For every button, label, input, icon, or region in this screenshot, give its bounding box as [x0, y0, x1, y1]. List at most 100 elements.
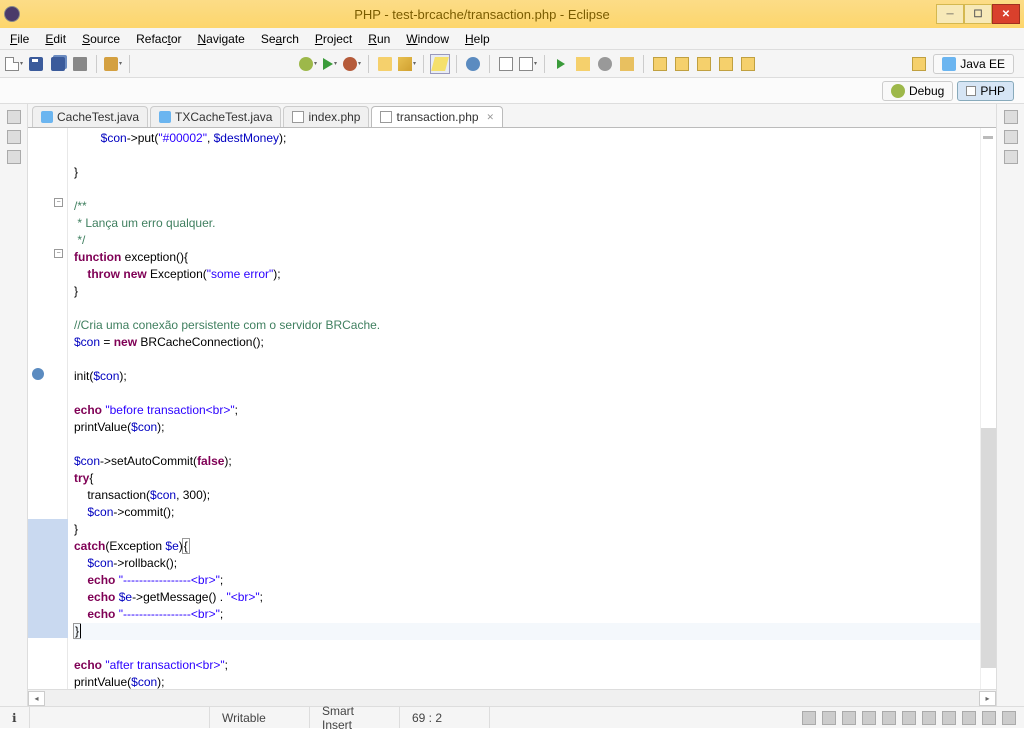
step-return-button[interactable]: [694, 54, 714, 74]
editor-tab-2[interactable]: index.php: [283, 106, 369, 127]
menu-navigate[interactable]: Navigate: [189, 30, 252, 48]
save-all-button[interactable]: [48, 54, 68, 74]
fold-toggle[interactable]: −: [54, 249, 63, 258]
code-line[interactable]: printValue($con);: [74, 419, 980, 436]
horizontal-scrollbar[interactable]: ◂ ▸: [28, 689, 996, 706]
perspective-php[interactable]: PHP: [957, 81, 1014, 101]
code-line[interactable]: echo "-----------------<br>";: [74, 572, 980, 589]
code-line[interactable]: catch(Exception $e){: [74, 538, 980, 555]
code-line[interactable]: }: [74, 164, 980, 181]
code-line[interactable]: [74, 385, 980, 402]
line-ruler[interactable]: −−: [28, 128, 68, 689]
run-ext-button[interactable]: [342, 54, 362, 74]
editor-tab-0[interactable]: CacheTest.java: [32, 106, 148, 127]
perspective-debug[interactable]: Debug: [882, 81, 953, 101]
tray-icon-3[interactable]: [842, 711, 856, 725]
code-line[interactable]: printValue($con);: [74, 674, 980, 689]
open-type-button[interactable]: [375, 54, 395, 74]
view-icon-r2[interactable]: [1004, 150, 1018, 164]
view-icon-2[interactable]: [7, 150, 21, 164]
code-line[interactable]: }: [74, 623, 980, 640]
view-icon-1[interactable]: [7, 130, 21, 144]
step-into-button[interactable]: [650, 54, 670, 74]
menu-refactor[interactable]: Refactor: [128, 30, 189, 48]
code-line[interactable]: echo "-----------------<br>";: [74, 606, 980, 623]
overview-ruler[interactable]: [980, 128, 996, 689]
code-line[interactable]: $con->setAutoCommit(false);: [74, 453, 980, 470]
wand-button[interactable]: [397, 54, 417, 74]
menu-source[interactable]: Source: [74, 30, 128, 48]
tray-icon-6[interactable]: [902, 711, 916, 725]
perspective-java-ee[interactable]: Java EE: [933, 54, 1014, 74]
scroll-left-button[interactable]: ◂: [28, 691, 45, 706]
highlight-button[interactable]: [430, 54, 450, 74]
debug-button[interactable]: [298, 54, 318, 74]
code-line[interactable]: echo "before transaction<br>";: [74, 402, 980, 419]
code-line[interactable]: init($con);: [74, 368, 980, 385]
code-line[interactable]: $con->rollback();: [74, 555, 980, 572]
menu-window[interactable]: Window: [398, 30, 457, 48]
code-line[interactable]: $con->put("#00002", $destMoney);: [74, 130, 980, 147]
code-line[interactable]: //Cria uma conexão persistente com o ser…: [74, 317, 980, 334]
editor-tab-3[interactable]: transaction.php✕: [371, 106, 503, 127]
tray-icon-9[interactable]: [962, 711, 976, 725]
tray-icon-7[interactable]: [922, 711, 936, 725]
code-line[interactable]: $con->commit();: [74, 504, 980, 521]
close-button[interactable]: ✕: [992, 4, 1020, 24]
code-line[interactable]: throw new Exception("some error");: [74, 266, 980, 283]
tray-icon-2[interactable]: [822, 711, 836, 725]
code-line[interactable]: try{: [74, 470, 980, 487]
code-editor[interactable]: $con->put("#00002", $destMoney);} /** * L…: [68, 128, 980, 689]
marker-icon[interactable]: [32, 368, 44, 380]
tray-icon-10[interactable]: [982, 711, 996, 725]
print-button[interactable]: [70, 54, 90, 74]
menu-file[interactable]: File: [2, 30, 37, 48]
open-perspective-button[interactable]: [909, 54, 929, 74]
code-line[interactable]: [74, 300, 980, 317]
code-line[interactable]: * Lança um erro qualquer.: [74, 215, 980, 232]
outline-button[interactable]: [496, 54, 516, 74]
view-icon-r1[interactable]: [1004, 130, 1018, 144]
menu-edit[interactable]: Edit: [37, 30, 74, 48]
new-button[interactable]: [4, 54, 24, 74]
scroll-right-button[interactable]: ▸: [979, 691, 996, 706]
suspend-button[interactable]: [573, 54, 593, 74]
code-line[interactable]: */: [74, 232, 980, 249]
tray-icon-11[interactable]: [1002, 711, 1016, 725]
code-line[interactable]: }: [74, 521, 980, 538]
code-line[interactable]: [74, 181, 980, 198]
build-button[interactable]: [103, 54, 123, 74]
menu-project[interactable]: Project: [307, 30, 360, 48]
tray-icon-5[interactable]: [882, 711, 896, 725]
code-line[interactable]: [74, 640, 980, 657]
code-line[interactable]: [74, 436, 980, 453]
status-info-icon[interactable]: ℹ: [0, 707, 30, 728]
code-line[interactable]: $con = new BRCacheConnection();: [74, 334, 980, 351]
run-button[interactable]: [320, 54, 340, 74]
drop-frame-button[interactable]: [738, 54, 758, 74]
save-button[interactable]: [26, 54, 46, 74]
fold-toggle[interactable]: −: [54, 198, 63, 207]
browser-button[interactable]: [463, 54, 483, 74]
code-line[interactable]: echo $e->getMessage() . "<br>";: [74, 589, 980, 606]
maximize-button[interactable]: ☐: [964, 4, 992, 24]
outline2-button[interactable]: [518, 54, 538, 74]
code-line[interactable]: [74, 351, 980, 368]
restore-view-icon[interactable]: [7, 110, 21, 124]
code-line[interactable]: /**: [74, 198, 980, 215]
minimize-button[interactable]: ─: [936, 4, 964, 24]
menu-help[interactable]: Help: [457, 30, 498, 48]
disconnect-button[interactable]: [617, 54, 637, 74]
tab-close-button[interactable]: ✕: [487, 112, 495, 123]
tray-icon-4[interactable]: [862, 711, 876, 725]
terminate-button[interactable]: [595, 54, 615, 74]
code-line[interactable]: echo "after transaction<br>";: [74, 657, 980, 674]
code-line[interactable]: }: [74, 283, 980, 300]
restore-view-icon-r[interactable]: [1004, 110, 1018, 124]
tray-icon-8[interactable]: [942, 711, 956, 725]
code-line[interactable]: [74, 147, 980, 164]
resume-button[interactable]: [551, 54, 571, 74]
step-over-button[interactable]: [672, 54, 692, 74]
code-line[interactable]: transaction($con, 300);: [74, 487, 980, 504]
menu-search[interactable]: Search: [253, 30, 307, 48]
